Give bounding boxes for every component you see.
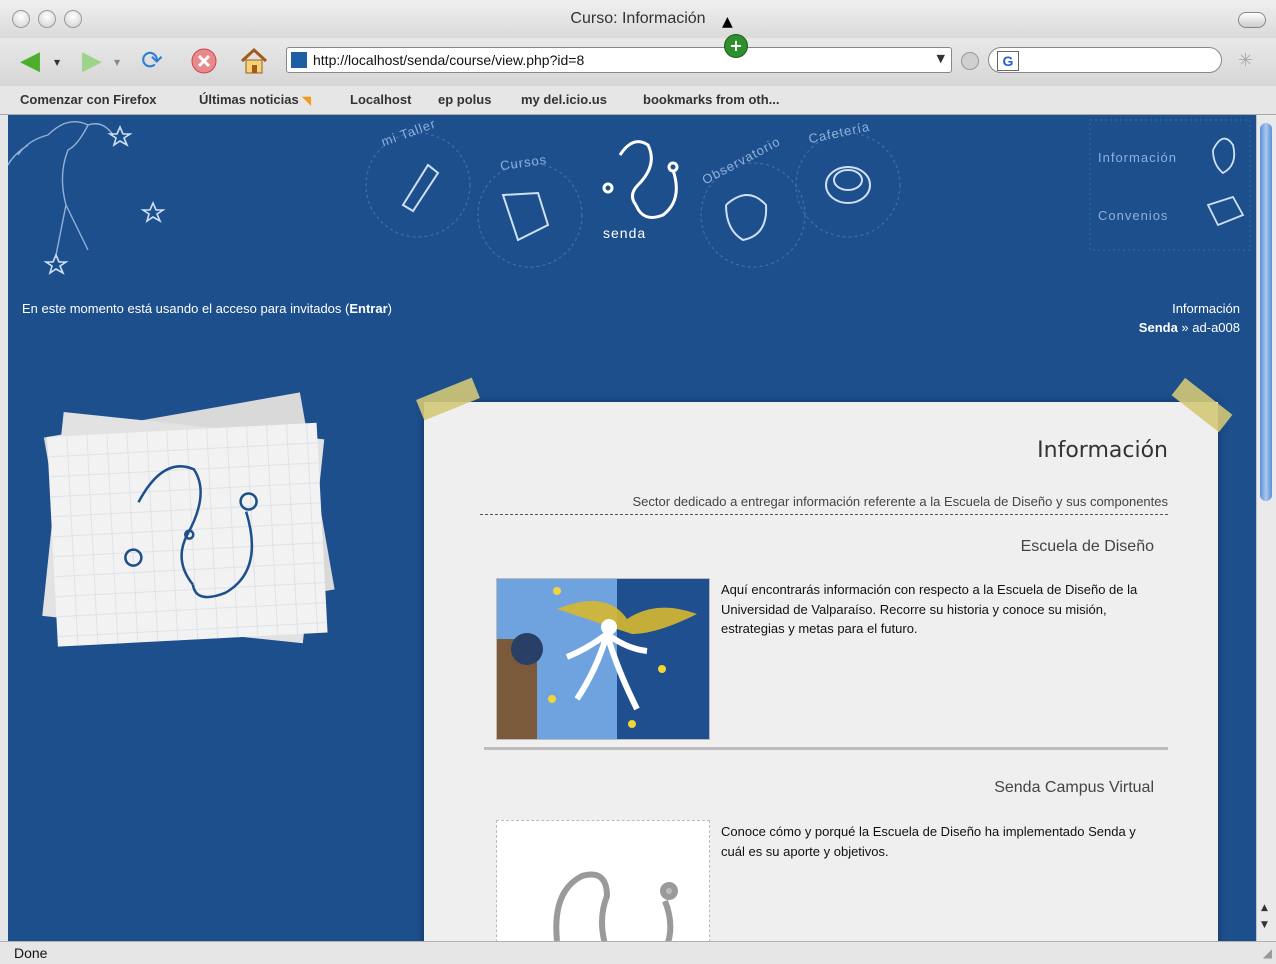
senda-paper-logo [42, 392, 335, 647]
bookmark-comenzar[interactable]: Comenzar con Firefox [20, 92, 157, 107]
url-history-dropdown-icon[interactable]: ▼ [937, 52, 945, 65]
section-heading-escuela[interactable]: Escuela de Diseño [1021, 538, 1154, 556]
add-badge-icon: + [724, 34, 748, 58]
scroll-down-icon[interactable]: ▼ [1261, 920, 1268, 930]
senda-campus-image[interactable] [496, 820, 710, 941]
stop-icon[interactable] [188, 46, 220, 76]
tape-right [1171, 377, 1233, 433]
panel-subtitle: Sector dedicado a entregar información r… [632, 494, 1168, 509]
title-bar: Curso: Información [0, 0, 1276, 39]
panel-title: Información [1037, 438, 1168, 463]
breadcrumb: Senda » ad-a008 [1139, 320, 1240, 335]
back-icon[interactable]: ◀ [14, 46, 46, 76]
section-text-senda: Conoce cómo y porqué la Escuela de Diseñ… [721, 824, 1136, 859]
toolbar-toggle-button[interactable] [1238, 12, 1266, 28]
rss-icon: ◥ [302, 95, 311, 107]
bookmarks-bar: Comenzar con Firefox Últimas noticias ◥ … [0, 86, 1276, 115]
back-history-icon[interactable]: ▼ [54, 58, 60, 67]
guest-message-close: ) [387, 301, 392, 316]
page-heading: Información [1172, 301, 1240, 316]
breadcrumb-root-link[interactable]: Senda [1139, 320, 1178, 335]
breadcrumb-separator: » [1177, 320, 1193, 335]
throbber-icon: ✳ [1238, 50, 1254, 71]
page-content: mi Taller Cursos Observatorio Cafetería … [8, 115, 1256, 941]
search-bar[interactable]: G [988, 47, 1222, 73]
panel-divider [480, 514, 1168, 515]
header-artwork [8, 119, 1251, 275]
search-engine-icon[interactable]: G [997, 51, 1019, 71]
vertical-scrollbar[interactable]: ▲ ▼ [1256, 115, 1276, 941]
go-button[interactable] [961, 52, 979, 70]
window-title: Curso: Información [570, 10, 706, 27]
mouse-cursor-icon: ▲ [722, 14, 733, 30]
bookmark-from-other[interactable]: bookmarks from oth... [643, 92, 780, 107]
browser-window: Curso: Información ◀ ▼ ▶ ▼ ⟳ http://loca… [0, 0, 1276, 964]
bookmark-delicious[interactable]: my del.icio.us [521, 92, 607, 107]
guest-message-text: En este momento está usando el acceso pa… [22, 301, 350, 316]
nav-convenios[interactable]: Convenios [1098, 208, 1168, 223]
tape-left [416, 377, 480, 421]
reload-icon[interactable]: ⟳ [136, 46, 168, 76]
scrollbar-thumb[interactable] [1260, 123, 1272, 501]
breadcrumb-current: ad-a008 [1192, 320, 1240, 335]
status-text: Done [14, 945, 48, 961]
bookmark-label: Últimas noticias [199, 92, 299, 107]
section-text-escuela: Aquí encontrarás información con respect… [721, 582, 1138, 636]
forward-history-icon[interactable]: ▼ [114, 58, 120, 67]
status-bar: Done ◢ [0, 941, 1276, 964]
section-heading-senda[interactable]: Senda Campus Virtual [994, 779, 1154, 797]
guest-login-message: En este momento está usando el acceso pa… [22, 301, 392, 316]
info-panel: Información Sector dedicado a entregar i… [416, 377, 1233, 941]
site-favicon-icon [291, 52, 307, 68]
forward-icon[interactable]: ▶ [76, 46, 108, 76]
login-link[interactable]: Entrar [349, 301, 387, 316]
senda-logo-text[interactable]: senda [603, 225, 646, 241]
nav-informacion[interactable]: Información [1098, 150, 1177, 165]
bookmark-ultimas-noticias[interactable]: Últimas noticias ◥ [199, 92, 311, 107]
resize-grip-icon[interactable]: ◢ [1263, 946, 1272, 960]
bookmark-ep-polus[interactable]: ep polus [438, 92, 491, 107]
bookmark-localhost[interactable]: Localhost [350, 92, 411, 107]
home-icon[interactable] [238, 46, 270, 76]
section-divider [484, 747, 1168, 750]
address-bar[interactable]: http://localhost/senda/course/view.php?i… [286, 47, 952, 73]
escuela-image[interactable] [496, 578, 710, 740]
url-text[interactable]: http://localhost/senda/course/view.php?i… [313, 52, 584, 68]
scroll-up-icon[interactable]: ▲ [1261, 903, 1268, 913]
